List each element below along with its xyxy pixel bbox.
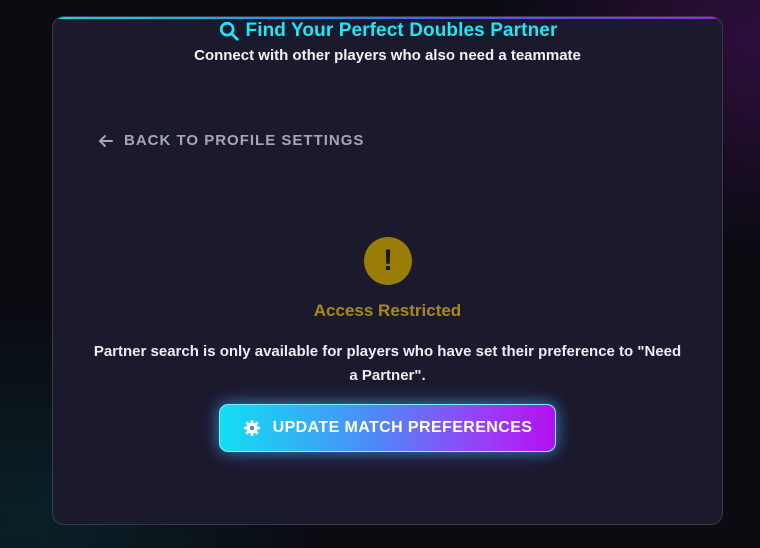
partner-search-card: Find Your Perfect Doubles Partner Connec… [52,16,723,525]
page-title: Find Your Perfect Doubles Partner [245,20,558,41]
exclamation-icon: ! [383,244,393,277]
page-header: Find Your Perfect Doubles Partner [53,20,722,42]
access-restricted-heading: Access Restricted [313,301,462,320]
restriction-message: Partner search is only available for pla… [93,343,682,384]
back-link-label: BACK TO PROFILE SETTINGS [124,132,365,149]
update-match-preferences-button[interactable]: UPDATE MATCH PREFERENCES [219,404,556,452]
arrow-left-icon [99,134,113,147]
update-button-label: UPDATE MATCH PREFERENCES [272,419,533,436]
gear-icon [243,420,260,436]
warning-badge: ! [364,237,412,285]
back-to-profile-settings-link[interactable]: BACK TO PROFILE SETTINGS [98,132,364,149]
search-icon [219,21,239,41]
page-subtitle: Connect with other players who also need… [194,47,581,64]
